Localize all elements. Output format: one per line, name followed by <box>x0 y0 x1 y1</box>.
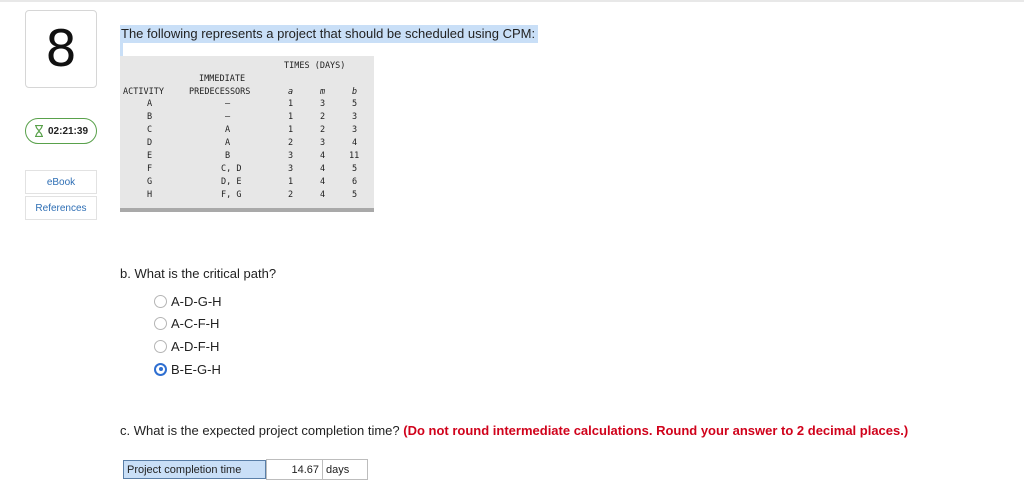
row-b: 6 <box>352 177 358 187</box>
times-header: TIMES (DAYS) <box>284 61 346 71</box>
row-b: 4 <box>352 138 358 148</box>
row-a: 2 <box>288 190 294 200</box>
option-b-e-g-h[interactable]: B-E-G-H <box>154 361 221 377</box>
row-predecessors: — <box>225 112 231 122</box>
row-a: 3 <box>288 151 294 161</box>
col-b-header: b <box>352 87 358 97</box>
part-c-prompt: c. What is the expected project completi… <box>120 423 908 438</box>
row-predecessors: B <box>225 151 231 161</box>
row-m: 4 <box>320 164 326 174</box>
row-activity: E <box>147 151 153 161</box>
immediate-header: IMMEDIATE <box>199 74 246 84</box>
option-a-c-f-h[interactable]: A-C-F-H <box>154 315 219 331</box>
row-m: 3 <box>320 138 326 148</box>
row-m: 2 <box>320 125 326 135</box>
row-m: 2 <box>320 112 326 122</box>
hourglass-icon <box>34 125 43 137</box>
row-a: 1 <box>288 112 294 122</box>
intro-text: The following represents a project that … <box>120 25 539 43</box>
radio-button[interactable] <box>154 339 167 353</box>
cpm-table: TIMES (DAYS) IMMEDIATE ACTIVITY PREDECES… <box>120 56 374 210</box>
option-a-d-f-h[interactable]: A-D-F-H <box>154 338 219 354</box>
row-predecessors: C, D <box>221 164 242 174</box>
row-a: 3 <box>288 164 294 174</box>
part-c-question: c. What is the expected project completi… <box>120 423 400 438</box>
row-predecessors: A <box>225 125 231 135</box>
top-divider <box>0 0 1024 2</box>
option-label: A-D-F-H <box>171 338 220 354</box>
row-b: 5 <box>352 164 358 174</box>
row-predecessors: D, E <box>221 177 242 187</box>
row-activity: G <box>147 177 153 187</box>
option-label: A-D-G-H <box>171 293 222 309</box>
row-m: 4 <box>320 151 326 161</box>
references-button[interactable]: References <box>25 196 97 220</box>
radio-button[interactable] <box>154 294 167 308</box>
ebook-button[interactable]: eBook <box>25 170 97 194</box>
activity-header: ACTIVITY <box>123 87 164 97</box>
completion-time-input[interactable] <box>267 460 323 479</box>
row-activity: A <box>147 99 153 109</box>
option-label: B-E-G-H <box>171 361 221 377</box>
question-intro: The following represents a project that … <box>120 25 539 43</box>
row-a: 1 <box>288 125 294 135</box>
radio-button[interactable] <box>154 316 167 330</box>
predecessors-header: PREDECESSORS <box>189 87 251 97</box>
option-a-d-g-h[interactable]: A-D-G-H <box>154 293 222 309</box>
part-b-prompt: b. What is the critical path? <box>120 266 277 281</box>
row-a: 1 <box>288 99 294 109</box>
row-a: 1 <box>288 177 294 187</box>
row-b: 5 <box>352 99 358 109</box>
timer: 02:21:39 <box>25 118 97 144</box>
row-activity: H <box>147 190 153 200</box>
row-predecessors: A <box>225 138 231 148</box>
question-number: 8 <box>25 10 97 88</box>
option-label: A-C-F-H <box>171 315 220 331</box>
row-b: 3 <box>352 112 358 122</box>
row-predecessors: F, G <box>221 190 242 200</box>
col-a-header: a <box>288 87 294 97</box>
radio-button-selected[interactable] <box>154 362 167 376</box>
answer-unit: days <box>326 463 350 476</box>
answer-label: Project completion time <box>123 460 266 479</box>
row-activity: F <box>147 164 153 174</box>
row-m: 4 <box>320 190 326 200</box>
row-m: 3 <box>320 99 326 109</box>
row-b: 11 <box>349 151 360 161</box>
row-a: 2 <box>288 138 294 148</box>
row-b: 3 <box>352 125 358 135</box>
answer-box: days <box>266 459 368 480</box>
row-b: 5 <box>352 190 358 200</box>
selection-caret <box>120 40 123 56</box>
row-activity: D <box>147 138 153 148</box>
col-m-header: m <box>320 87 326 97</box>
row-activity: C <box>147 125 153 135</box>
row-activity: B <box>147 112 153 122</box>
rounding-instruction: (Do not round intermediate calculations.… <box>403 423 909 438</box>
table-bottom-border <box>120 208 374 212</box>
row-m: 4 <box>320 177 326 187</box>
timer-text: 02:21:39 <box>47 125 89 137</box>
row-predecessors: — <box>225 99 231 109</box>
